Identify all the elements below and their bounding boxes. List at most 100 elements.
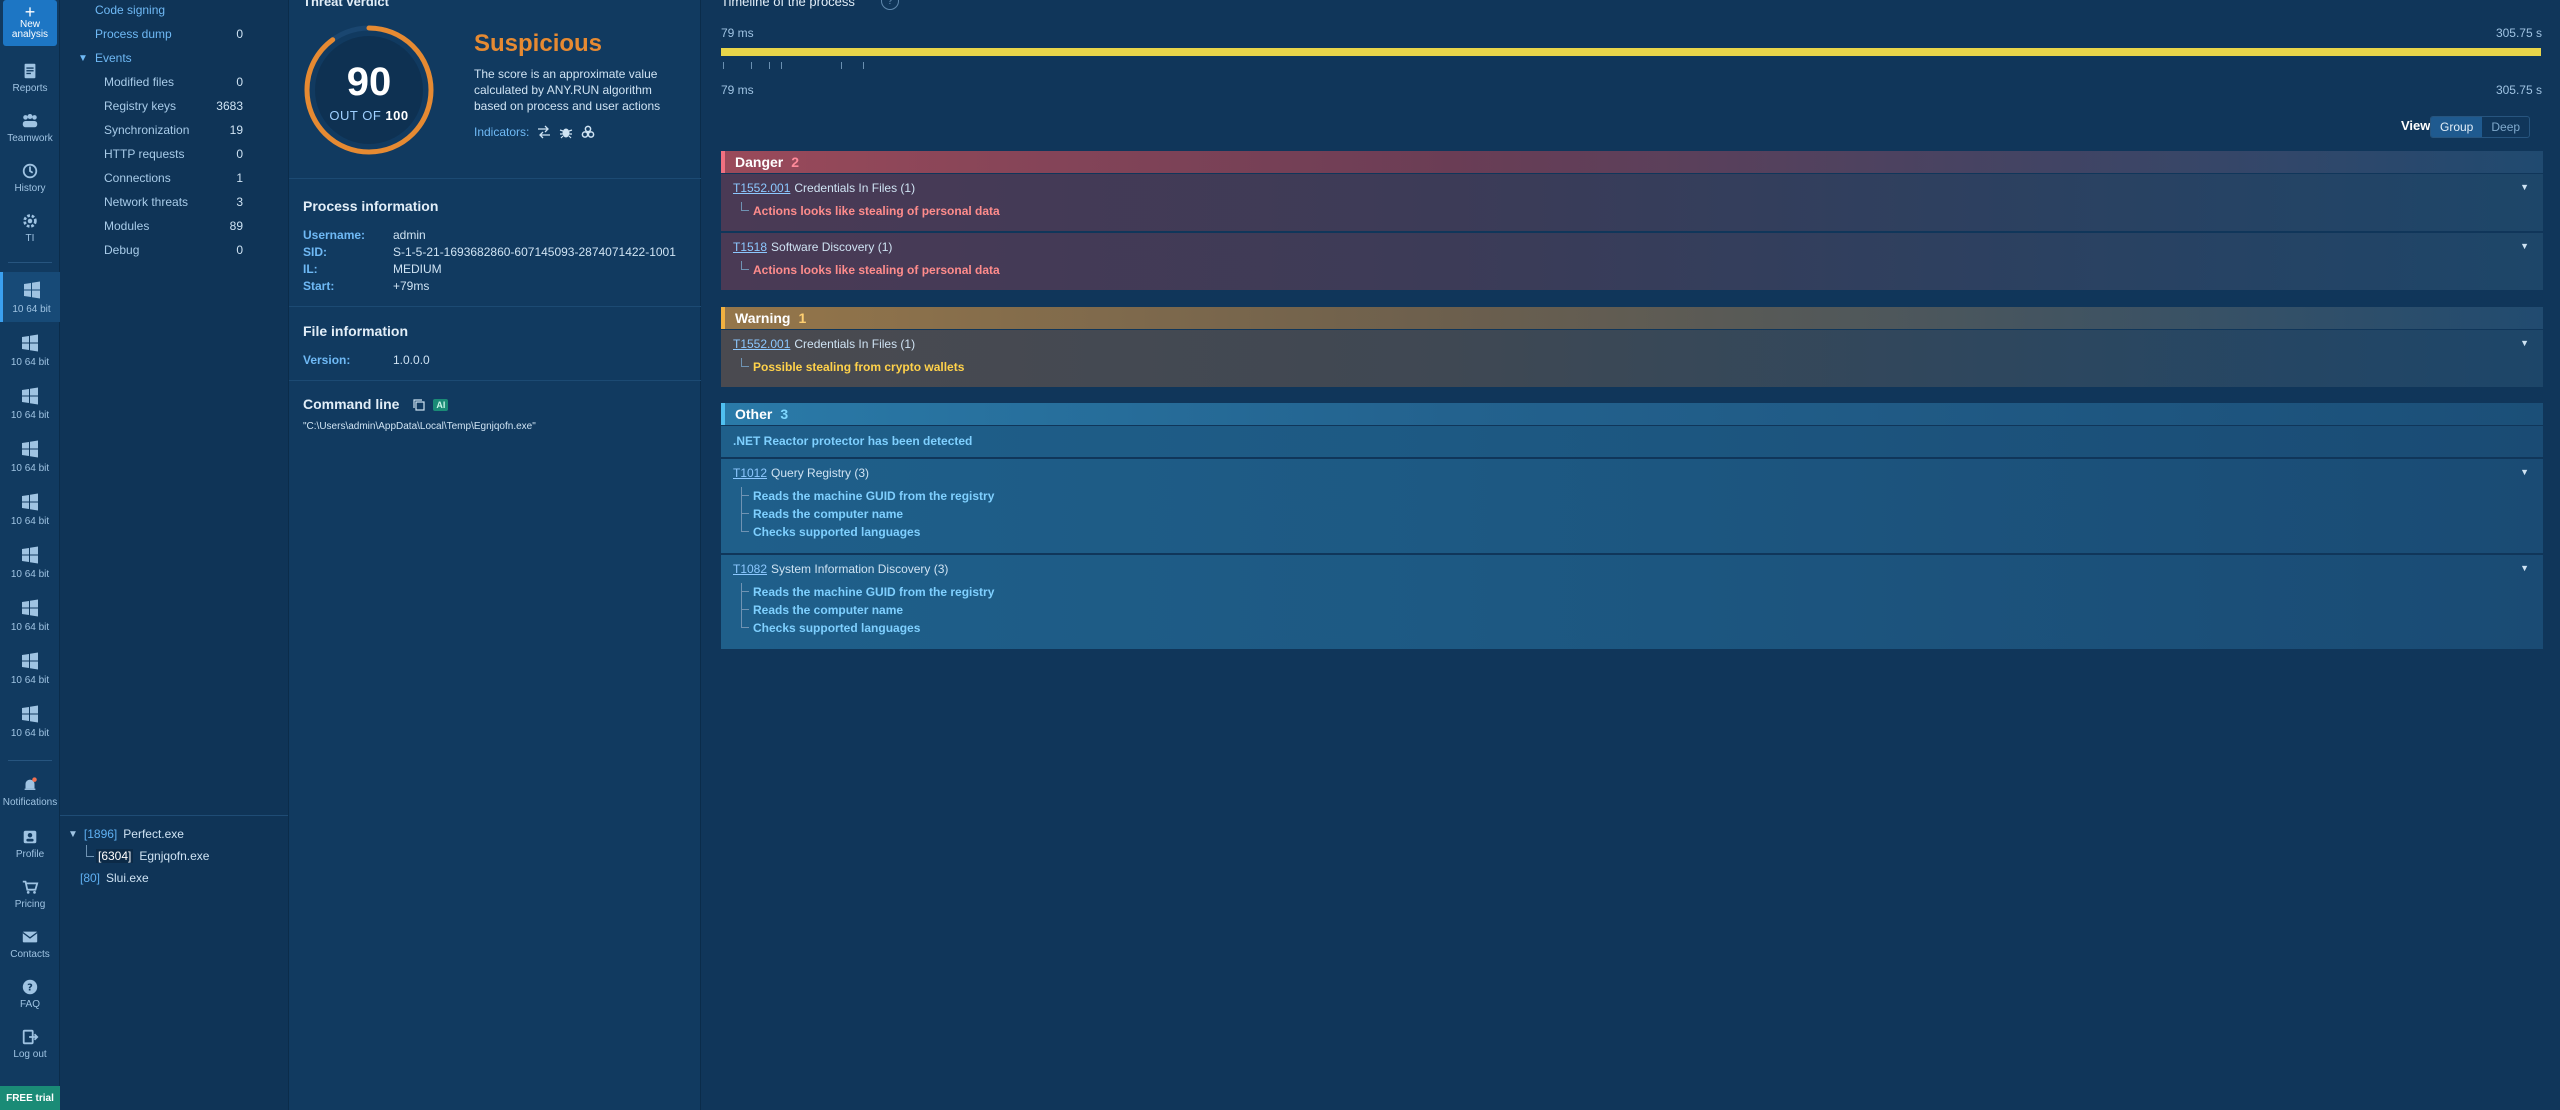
- warning-group-header[interactable]: Warning 1: [721, 307, 2543, 329]
- technique-link[interactable]: T1518: [733, 240, 767, 254]
- bell-icon: [24, 777, 37, 790]
- network-arrows-icon[interactable]: [537, 125, 551, 139]
- windows-icon: [22, 440, 38, 457]
- event-item[interactable]: Modified files 0: [60, 70, 288, 94]
- event-item[interactable]: Modules 89: [60, 214, 288, 238]
- nav-pricing[interactable]: Pricing: [3, 878, 57, 910]
- behavior-card[interactable]: .NET Reactor protector has been detected: [721, 426, 2543, 458]
- tree-connector: [741, 496, 749, 514]
- danger-label: Danger: [735, 154, 784, 170]
- event-item[interactable]: Synchronization 19: [60, 118, 288, 142]
- os-label: 10 64 bit: [10, 568, 50, 580]
- chevron-down-icon[interactable]: ▼: [2520, 182, 2529, 192]
- logout-icon: [22, 1029, 39, 1045]
- card-title: T1552.001 Credentials In Files (1): [733, 181, 915, 195]
- os-environment-item[interactable]: 10 64 bit: [0, 590, 60, 640]
- event-label: Registry keys: [104, 99, 177, 113]
- nav-profile[interactable]: Profile: [3, 828, 57, 860]
- behavior-card[interactable]: T1082 System Information Discovery (3) ▼ …: [721, 555, 2543, 650]
- os-environment-item[interactable]: 10 64 bit: [0, 325, 60, 375]
- os-label: 10 64 bit: [10, 462, 50, 474]
- timeline-start: 79 ms: [721, 26, 754, 40]
- behavior-item: Possible stealing from crypto wallets: [753, 360, 965, 374]
- nav-history-label: History: [14, 183, 46, 194]
- os-environment-item[interactable]: 10 64 bit: [0, 431, 60, 481]
- behavior-card[interactable]: T1518 Software Discovery (1) ▼ Actions lo…: [721, 233, 2543, 291]
- nav-history[interactable]: History: [3, 162, 57, 194]
- process-item[interactable]: [6304] Egnjqofn.exe: [96, 849, 209, 863]
- new-analysis-label: New analysis: [11, 19, 49, 40]
- technique-link[interactable]: T1012: [733, 466, 767, 480]
- os-label: 10 64 bit: [10, 727, 50, 739]
- nav-logout[interactable]: Log out: [3, 1028, 57, 1060]
- os-environment-item[interactable]: 10 64 bit: [0, 643, 60, 693]
- card-title: T1518 Software Discovery (1): [733, 240, 892, 254]
- other-label: Other: [735, 406, 773, 422]
- event-item[interactable]: Network threats 3: [60, 190, 288, 214]
- event-count: 89: [229, 219, 243, 233]
- event-item[interactable]: HTTP requests 0: [60, 142, 288, 166]
- nav-faq[interactable]: ? FAQ: [3, 978, 57, 1010]
- chevron-down-icon[interactable]: ▼: [2520, 241, 2529, 251]
- os-environment-item[interactable]: 10 64 bit: [0, 696, 60, 746]
- os-environment-item[interactable]: 10 64 bit: [0, 378, 60, 428]
- event-count: 0: [236, 147, 243, 161]
- events-toggle[interactable]: ▼ Events: [60, 46, 288, 70]
- ai-button[interactable]: AI: [433, 399, 449, 412]
- nav-teamwork[interactable]: Teamwork: [3, 112, 57, 144]
- version-key: Version:: [303, 353, 351, 367]
- event-item[interactable]: Registry keys 3683: [60, 94, 288, 118]
- event-label: Network threats: [104, 195, 189, 209]
- chevron-down-icon[interactable]: ▼: [2520, 563, 2529, 573]
- behavior-item: .NET Reactor protector has been detected: [733, 434, 973, 448]
- process-info-title: Process information: [303, 198, 439, 214]
- danger-group-header[interactable]: Danger 2: [721, 151, 2543, 173]
- process-item[interactable]: [80] Slui.exe: [80, 871, 149, 885]
- chevron-down-icon[interactable]: ▼: [2520, 467, 2529, 477]
- nav-notifications[interactable]: Notifications: [3, 776, 57, 808]
- nav-ti-label: TI: [25, 233, 35, 244]
- help-icon[interactable]: ?: [881, 0, 899, 10]
- event-count: 3683: [216, 99, 243, 113]
- copy-icon[interactable]: [413, 399, 425, 411]
- behavior-card[interactable]: T1552.001 Credentials In Files (1) ▼ Poss…: [721, 330, 2543, 388]
- os-environment-item[interactable]: 10 64 bit: [0, 537, 60, 587]
- command-line-title: Command line AI: [303, 396, 449, 412]
- os-environment-item[interactable]: 10 64 bit: [0, 272, 60, 322]
- other-group-header[interactable]: Other 3: [721, 403, 2543, 425]
- tree-connector: [741, 487, 749, 496]
- technique-link[interactable]: T1082: [733, 562, 767, 576]
- event-item[interactable]: Connections 1: [60, 166, 288, 190]
- tree-connector: [741, 202, 749, 211]
- cart-icon: [22, 880, 39, 894]
- new-analysis-button[interactable]: + New analysis: [3, 0, 57, 46]
- nav-reports[interactable]: Reports: [3, 62, 57, 94]
- biohazard-icon[interactable]: [581, 125, 595, 139]
- chevron-down-icon[interactable]: ▼: [2520, 338, 2529, 348]
- view-group-button[interactable]: Group: [2431, 117, 2483, 137]
- os-environment-item[interactable]: 10 64 bit: [0, 484, 60, 534]
- technique-name: Query Registry (3): [771, 466, 870, 480]
- nav-contacts[interactable]: Contacts: [3, 928, 57, 960]
- version-row: Version: 1.0.0.0: [303, 353, 430, 367]
- behavior-card[interactable]: T1012 Query Registry (3) ▼ Reads the mach…: [721, 459, 2543, 554]
- view-deep-button[interactable]: Deep: [2482, 117, 2529, 137]
- divider: [289, 178, 702, 179]
- process-item[interactable]: ▼ [1896] Perfect.exe: [68, 827, 184, 841]
- behavior-card[interactable]: T1552.001 Credentials In Files (1) ▼ Acti…: [721, 174, 2543, 232]
- code-signing-item[interactable]: Code signing: [60, 0, 288, 22]
- event-item[interactable]: Debug 0: [60, 238, 288, 262]
- rail-divider: [8, 262, 52, 263]
- technique-link[interactable]: T1552.001: [733, 181, 790, 195]
- timeline-bar[interactable]: [721, 48, 2541, 56]
- nav-teamwork-label: Teamwork: [7, 133, 53, 144]
- free-trial-badge[interactable]: FREE trial: [0, 1086, 60, 1110]
- bug-icon[interactable]: [559, 125, 573, 139]
- nav-ti[interactable]: TI: [3, 212, 57, 244]
- windows-icon: [22, 705, 38, 722]
- process-dump-item[interactable]: Process dump 0: [60, 22, 288, 46]
- process-pid: [1896]: [83, 827, 118, 841]
- process-pid: [80]: [80, 871, 101, 885]
- technique-link[interactable]: T1552.001: [733, 337, 790, 351]
- nav-profile-label: Profile: [15, 849, 45, 860]
